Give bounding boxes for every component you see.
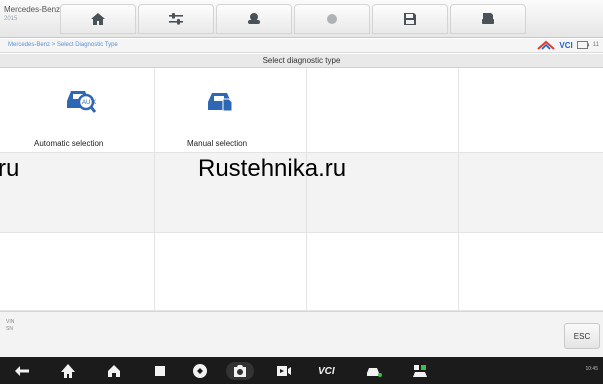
battery-icon (576, 41, 589, 49)
vehicle-make: Mercedes-Benz (4, 5, 61, 14)
breadcrumb[interactable]: Mercedes-Benz > Select Diagnostic Type (8, 42, 118, 48)
screen-record-icon (277, 366, 291, 376)
save-tab[interactable] (372, 4, 448, 34)
back-button[interactable] (14, 362, 30, 380)
vehicle-menu-button[interactable] (366, 362, 382, 380)
manual-select-car-icon (208, 93, 233, 112)
svg-text:AUTO: AUTO (82, 100, 96, 106)
empty-cell (307, 69, 459, 153)
footer-line: VIN (6, 319, 15, 325)
vehicle-year: 2015 (4, 16, 18, 22)
print-icon (482, 13, 494, 24)
auto-scan-car-icon: AUTO (67, 91, 96, 113)
record-icon (327, 14, 337, 24)
empty-cell (307, 233, 459, 311)
empty-cell (0, 233, 155, 311)
home-icon (108, 365, 120, 377)
vci-nav-label: VCI (318, 365, 335, 377)
home-button[interactable] (106, 362, 122, 380)
watermark-text: Rustehnika.ru (198, 155, 347, 182)
browser-button[interactable] (192, 362, 208, 380)
settings-tab[interactable] (138, 4, 214, 34)
page-title-bar: Select diagnostic type (0, 54, 603, 68)
settings-sliders-icon (169, 13, 183, 25)
browser-icon (193, 364, 207, 378)
print-tab[interactable] (450, 4, 526, 34)
system-navbar: VCI 10:45 (0, 357, 603, 384)
vci-status: VCI (559, 40, 573, 50)
recent-apps-icon (155, 366, 165, 376)
vci-signal-icon (537, 40, 556, 50)
options-grid: AUTO Automatic selection Manual selectio… (0, 69, 603, 311)
footer-line: SN (6, 326, 13, 332)
watermark-text: ru (0, 155, 20, 182)
vci-button[interactable]: VCI (318, 362, 335, 380)
empty-cell (155, 233, 307, 311)
home-tab[interactable] (60, 4, 136, 34)
vehicle-info: Mercedes-Benz 2015 (4, 5, 61, 33)
empty-cell (459, 233, 603, 311)
home-icon (91, 13, 105, 25)
footer-info: VIN SN (6, 319, 14, 333)
option-label: Manual selection (187, 139, 248, 148)
empty-cell (459, 153, 603, 233)
footer-bar: VIN SN ESC (0, 311, 603, 357)
option-manual-selection[interactable]: Manual selection (155, 69, 307, 153)
autel-home-icon (61, 364, 75, 378)
camera-button[interactable] (226, 362, 254, 380)
empty-cell (459, 69, 603, 153)
screen-record-button[interactable] (276, 362, 292, 380)
status-area: VCI 11 (537, 40, 599, 50)
camera-icon (234, 365, 246, 377)
vehicle-connect-button[interactable] (412, 362, 428, 380)
top-toolbar: Mercedes-Benz 2015 (0, 0, 603, 38)
save-icon (404, 13, 416, 25)
record-tab[interactable] (294, 4, 370, 34)
vehicle-icon (248, 13, 260, 24)
toolbar-tabs (60, 4, 528, 34)
vehicle-tab[interactable] (216, 4, 292, 34)
autel-home-button[interactable] (60, 362, 76, 380)
empty-cell (0, 153, 155, 233)
back-icon (15, 366, 29, 376)
vehicle-connect-icon (413, 365, 427, 377)
breadcrumb-bar: Mercedes-Benz > Select Diagnostic Type V… (0, 39, 603, 53)
option-label: Automatic selection (34, 139, 104, 148)
page-title: Select diagnostic type (262, 56, 341, 65)
vehicle-menu-icon (367, 368, 382, 377)
system-status: 10:45 (585, 366, 598, 372)
recent-apps-button[interactable] (152, 362, 168, 380)
battery-text: 11 (592, 42, 599, 48)
option-automatic-selection[interactable]: AUTO Automatic selection (0, 69, 155, 153)
esc-button[interactable]: ESC (564, 323, 600, 349)
